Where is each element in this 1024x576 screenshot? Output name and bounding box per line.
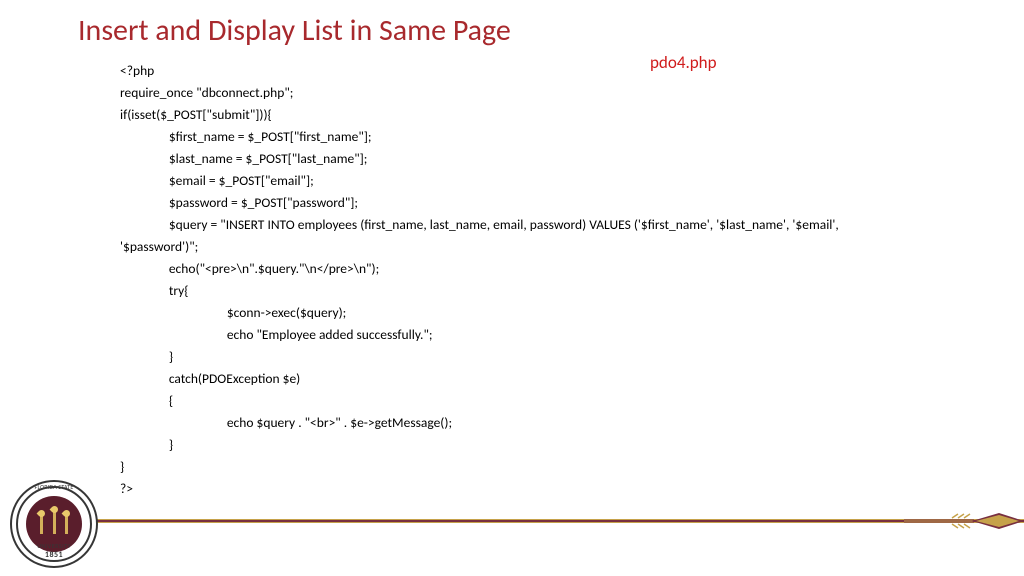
slide-title: Insert and Display List in Same Page xyxy=(78,12,511,49)
seal-bottom-text: UNIVERSITY xyxy=(10,542,98,550)
seal-top-text: FLORIDA STATE xyxy=(10,483,98,491)
code-block: <?php require_once "dbconnect.php"; if(i… xyxy=(120,60,940,500)
spear-icon xyxy=(904,504,1024,538)
fsu-seal-logo: FLORIDA STATE UNIVERSITY 1851 xyxy=(10,480,98,568)
divider-line xyxy=(78,519,1024,523)
seal-year: 1851 xyxy=(10,550,98,560)
